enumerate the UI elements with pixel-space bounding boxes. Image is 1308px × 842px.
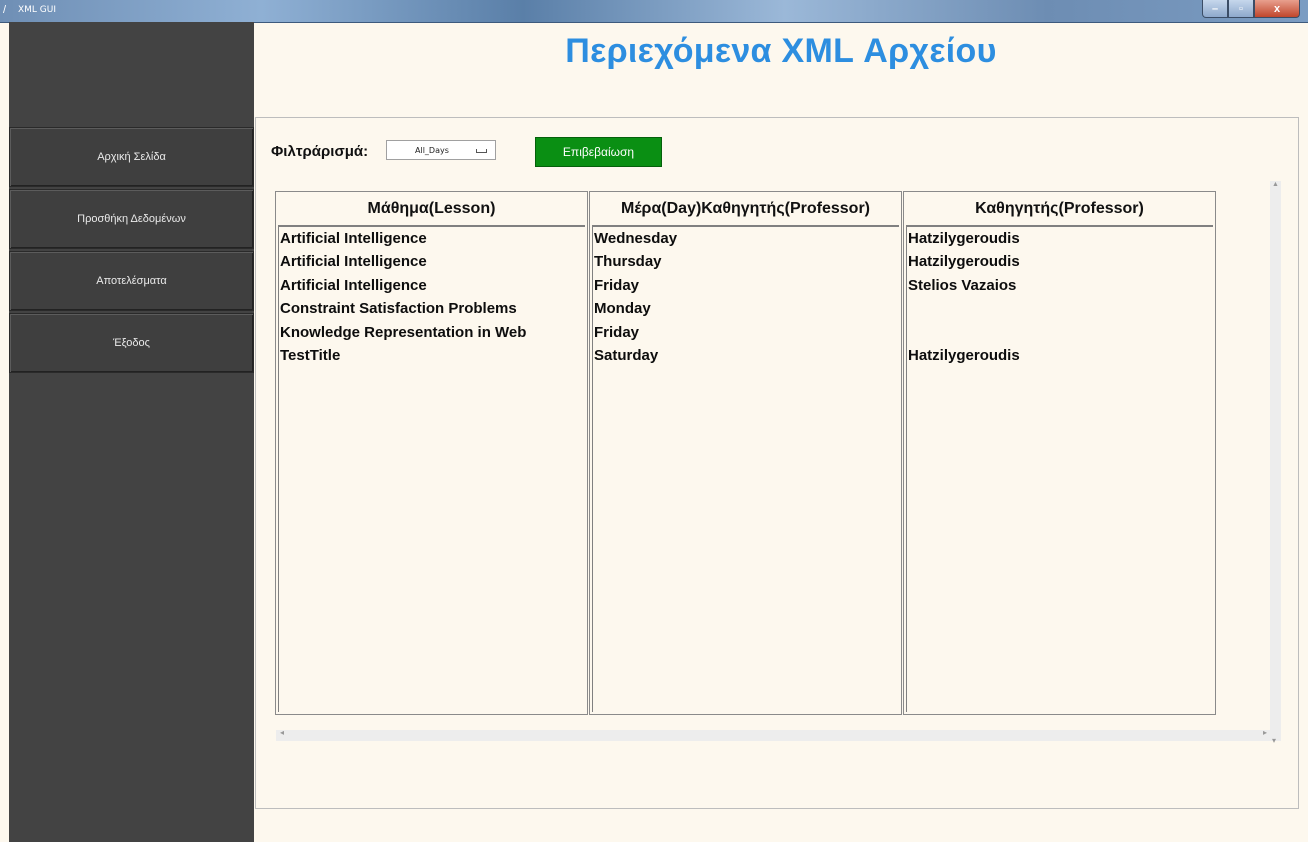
feather-icon: / (3, 4, 7, 16)
list-item[interactable]: Constraint Satisfaction Problems (279, 297, 585, 320)
list-item[interactable]: Hatzilygeroudis (907, 250, 1213, 273)
horizontal-scrollbar[interactable]: ◂ ▸ (276, 728, 1271, 741)
list-item[interactable]: Thursday (593, 250, 899, 273)
confirm-button[interactable]: Επιβεβαίωση (535, 137, 662, 167)
scroll-up-icon[interactable]: ▲ (1272, 181, 1279, 188)
day-listbox[interactable]: Wednesday Thursday Friday Monday Friday … (592, 225, 899, 712)
close-icon[interactable]: x (1254, 0, 1300, 18)
sidebar-item-add-data[interactable]: Προσθήκη Δεδομένων (9, 189, 254, 249)
scroll-down-icon[interactable]: ▾ (1272, 736, 1276, 745)
minimize-icon[interactable]: – (1202, 0, 1228, 18)
vertical-scrollbar[interactable]: ▲ ▾ (1270, 181, 1281, 745)
professor-column: Καθηγητής(Professor) Hatzilygeroudis Hat… (903, 191, 1216, 715)
list-item[interactable]: Monday (593, 297, 899, 320)
sidebar-item-results[interactable]: Αποτελέσματα (9, 251, 254, 311)
sidebar-item-home[interactable]: Αρχική Σελίδα (9, 127, 254, 187)
lesson-listbox[interactable]: Artificial Intelligence Artificial Intel… (278, 225, 585, 712)
column-header: Μέρα(Day)Καθηγητής(Professor) (621, 200, 870, 217)
list-item[interactable] (907, 297, 1213, 320)
window-title: XML GUI (18, 5, 57, 15)
list-item[interactable] (907, 321, 1213, 344)
list-item[interactable]: Saturday (593, 344, 899, 367)
list-item[interactable]: Artificial Intelligence (279, 274, 585, 297)
day-column: Μέρα(Day)Καθηγητής(Professor) Wednesday … (589, 191, 902, 715)
window-titlebar: / XML GUI – ▫ x (0, 0, 1308, 23)
list-item[interactable]: Friday (593, 274, 899, 297)
list-item[interactable]: Artificial Intelligence (279, 250, 585, 273)
dropdown-selected-value: All_Days (415, 146, 449, 155)
list-item[interactable]: Artificial Intelligence (279, 227, 585, 250)
scroll-left-icon[interactable]: ◂ (280, 728, 284, 737)
list-item[interactable]: Hatzilygeroudis (907, 344, 1213, 367)
column-header: Μάθημα(Lesson) (367, 200, 496, 217)
sidebar-item-exit[interactable]: Έξοδος (9, 313, 254, 373)
list-item[interactable]: Knowledge Representation in Web (279, 321, 585, 344)
day-filter-dropdown[interactable]: All_Days (386, 140, 496, 160)
page-title: Περιεχόμενα XML Αρχείου (565, 32, 997, 70)
maximize-icon[interactable]: ▫ (1228, 0, 1254, 18)
dropdown-arrow-icon (476, 149, 487, 153)
list-item[interactable]: TestTitle (279, 344, 585, 367)
column-header: Καθηγητής(Professor) (975, 200, 1144, 217)
list-item[interactable]: Stelios Vazaios (907, 274, 1213, 297)
sidebar: Αρχική Σελίδα Προσθήκη Δεδομένων Αποτελέ… (9, 22, 254, 842)
list-item[interactable]: Hatzilygeroudis (907, 227, 1213, 250)
lesson-column: Μάθημα(Lesson) Artificial Intelligence A… (275, 191, 588, 715)
scroll-right-icon[interactable]: ▸ (1263, 728, 1267, 737)
professor-listbox[interactable]: Hatzilygeroudis Hatzilygeroudis Stelios … (906, 225, 1213, 712)
window-controls: – ▫ x (1202, 0, 1300, 18)
list-item[interactable]: Friday (593, 321, 899, 344)
list-item[interactable]: Wednesday (593, 227, 899, 250)
filter-label: Φιλτράρισμά: (271, 143, 369, 160)
